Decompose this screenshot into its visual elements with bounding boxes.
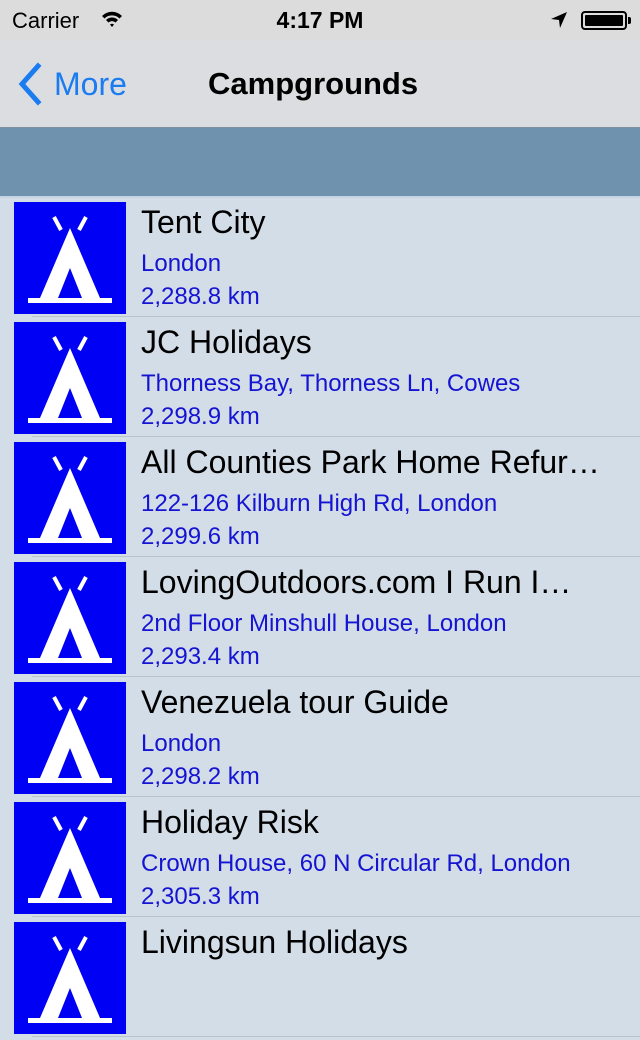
navigation-bar: More Campgrounds xyxy=(0,40,640,128)
row-separator xyxy=(32,316,640,317)
tent-icon xyxy=(14,562,126,674)
list-item[interactable]: All Counties Park Home Refur… 122-126 Ki… xyxy=(0,440,640,560)
list-item[interactable]: Holiday Risk Crown House, 60 N Circular … xyxy=(0,800,640,920)
campground-address: 122-126 Kilburn High Rd, London xyxy=(141,490,498,517)
campground-name: Livingsun Holidays xyxy=(141,924,408,960)
tent-icon xyxy=(14,202,126,314)
list-item[interactable]: Tent City London 2,288.8 km xyxy=(0,200,640,320)
campground-name: JC Holidays xyxy=(141,324,312,360)
campground-address: Thorness Bay, Thorness Ln, Cowes xyxy=(141,370,521,397)
tent-icon xyxy=(14,922,126,1034)
campground-name: Tent City xyxy=(141,204,266,240)
campground-distance: 2,305.3 km xyxy=(141,883,260,910)
row-separator xyxy=(32,1036,640,1037)
tent-icon xyxy=(14,802,126,914)
campground-name: Venezuela tour Guide xyxy=(141,684,449,720)
campground-list[interactable]: Tent City London 2,288.8 km JC Holidays … xyxy=(0,200,640,1040)
tent-icon xyxy=(14,682,126,794)
campground-address: 2nd Floor Minshull House, London xyxy=(141,610,507,637)
campground-distance: 2,298.9 km xyxy=(141,403,260,430)
campground-distance: 2,298.2 km xyxy=(141,763,260,790)
page-title: Campgrounds xyxy=(208,66,419,101)
row-separator xyxy=(32,556,640,557)
list-item[interactable]: JC Holidays Thorness Bay, Thorness Ln, C… xyxy=(0,320,640,440)
battery-icon xyxy=(581,11,627,30)
campground-distance: 2,288.8 km xyxy=(141,283,260,310)
list-item[interactable]: Livingsun Holidays xyxy=(0,920,640,1040)
campground-name: Holiday Risk xyxy=(141,804,319,840)
back-button[interactable]: More xyxy=(14,62,127,106)
row-separator xyxy=(32,676,640,677)
tent-icon xyxy=(14,442,126,554)
list-item[interactable]: LovingOutdoors.com I Run I… 2nd Floor Mi… xyxy=(0,560,640,680)
row-separator xyxy=(32,796,640,797)
status-bar: Carrier 4:17 PM xyxy=(0,0,640,40)
location-arrow-icon xyxy=(551,12,567,28)
campground-name: LovingOutdoors.com I Run I… xyxy=(141,564,572,600)
clock: 4:17 PM xyxy=(276,7,364,33)
battery-tip xyxy=(628,17,631,24)
row-separator xyxy=(32,916,640,917)
campground-distance: 2,293.4 km xyxy=(141,643,260,670)
list-item[interactable]: Venezuela tour Guide London 2,298.2 km xyxy=(0,680,640,800)
row-separator xyxy=(32,436,640,437)
chevron-left-icon xyxy=(18,62,42,106)
campground-address: Crown House, 60 N Circular Rd, London xyxy=(141,850,571,877)
section-header-band xyxy=(0,128,640,198)
campground-address: London xyxy=(141,730,222,757)
tent-icon xyxy=(14,322,126,434)
back-label: More xyxy=(54,65,127,102)
campground-name: All Counties Park Home Refur… xyxy=(141,444,600,480)
campground-address: London xyxy=(141,250,222,277)
campground-distance: 2,299.6 km xyxy=(141,523,260,550)
